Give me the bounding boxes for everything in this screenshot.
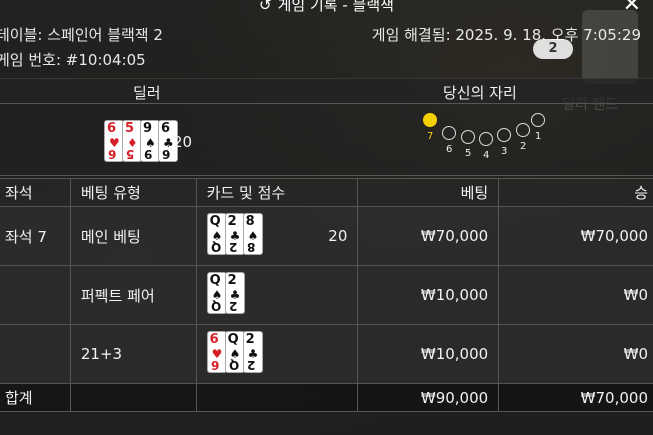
row-cards: 6 ♥ 6 Q ♠ Q 2 ♣ 2 (195, 324, 359, 384)
row-bet: ₩10,000 (357, 324, 500, 384)
title-text: 게임 기록 - 블랙잭 (277, 0, 394, 14)
table-name: 테이블: 스페인어 블랙잭 2 (0, 26, 163, 44)
seat-3-dot (497, 128, 511, 142)
table-row: 퍼펙트 페어 Q ♠ Q 2 ♣ 2 ₩10,000 ₩0 (0, 265, 653, 325)
total-row: 합계 ₩90,000 ₩70,000 (0, 383, 653, 412)
seat-map: 7 6 543 21 (420, 110, 550, 166)
your-seat-label: 당신의 자리 (443, 84, 517, 102)
total-win: ₩70,000 (498, 383, 653, 412)
playing-card: 2 ♣ 2 (224, 272, 245, 314)
row-cards: Q ♠ Q 2 ♣ 2 (195, 265, 359, 325)
seat-1-dot (531, 113, 545, 127)
playing-card: 8 ♠ 8 (242, 213, 263, 255)
table-row: 21+3 6 ♥ 6 Q ♠ Q 2 ♣ 2 ₩10,000 ₩0 (0, 324, 653, 384)
row-win: ₩0 (498, 324, 653, 384)
total-empty-cards (195, 383, 359, 412)
seat-4-number: 4 (483, 150, 490, 161)
ghost-card-icon (582, 10, 638, 84)
row-cards: Q ♠ Q 2 ♣ 2 8 ♠ 8 20 (195, 206, 359, 266)
seat-2-number: 2 (520, 141, 527, 152)
header-seat: 좌석 (0, 178, 71, 207)
header-bet: 베팅 (357, 178, 500, 207)
total-bet: ₩90,000 (357, 383, 500, 412)
seat-7-number: 7 (427, 131, 434, 142)
history-icon: ↺ (259, 0, 272, 14)
row-win: ₩0 (498, 265, 653, 325)
dealer-header (0, 78, 653, 104)
row-bet-type: 퍼펙트 페어 (69, 265, 197, 325)
row-seat: 좌석 7 (0, 206, 71, 266)
playing-card: 2 ♣ 2 (242, 331, 263, 373)
seat-5-dot (461, 130, 475, 144)
row-bet-type: 메인 베팅 (69, 206, 197, 266)
table-header-row: 좌석 베팅 유형 카드 및 점수 베팅 승 (0, 178, 653, 207)
bets-table: 좌석 베팅 유형 카드 및 점수 베팅 승 좌석 7 메인 베팅 Q ♠ Q 2 ♣ 2 8 ♠ 8… (0, 178, 653, 412)
seat-6-number: 6 (446, 144, 453, 155)
seat-1-number: 1 (535, 131, 542, 142)
playing-card: 6 ♥ 6 (104, 120, 124, 162)
playing-card: Q ♠ Q (224, 331, 245, 373)
row-bet-type: 21+3 (69, 324, 197, 384)
game-number: 게임 번호: #10:04:05 (0, 51, 146, 69)
total-label: 합계 (0, 383, 71, 412)
row-hand: Q ♠ Q 2 ♣ 2 (206, 272, 245, 314)
window-title: ↺ 게임 기록 - 블랙잭 (0, 0, 653, 15)
header-win: 승 (498, 178, 653, 207)
seat-2-dot (516, 123, 530, 137)
total-empty-type (69, 383, 197, 412)
playing-card: 9 ♠ 9 (140, 120, 160, 162)
row-bet: ₩10,000 (357, 265, 500, 325)
row-bet: ₩70,000 (357, 206, 500, 266)
seat-3-number: 3 (501, 146, 508, 157)
playing-card: 2 ♣ 2 (224, 213, 245, 255)
row-hand: 6 ♥ 6 Q ♠ Q 2 ♣ 2 (206, 331, 263, 373)
row-win: ₩70,000 (498, 206, 653, 266)
header-cards: 카드 및 점수 (195, 178, 359, 207)
playing-card: 6 ♥ 6 (206, 331, 227, 373)
dealer-label: 딜러 (133, 84, 161, 102)
count-badge: 2 (533, 39, 573, 59)
seat-5-number: 5 (465, 148, 472, 159)
row-score: 20 (328, 227, 348, 245)
seat-4-dot (479, 132, 493, 146)
header-type: 베팅 유형 (69, 178, 197, 207)
table-row: 좌석 7 메인 베팅 Q ♠ Q 2 ♣ 2 8 ♠ 8 20 ₩70,000 ₩70,000 (0, 206, 653, 266)
seat-6-dot (442, 126, 456, 140)
row-hand: Q ♠ Q 2 ♣ 2 8 ♠ 8 (206, 213, 263, 255)
playing-card: Q ♠ Q (206, 272, 227, 314)
dealer-hand: 6 ♥ 6 5 ♦ 5 9 ♠ 9 6 ♣ 6 (104, 120, 178, 162)
seat-7-dot (423, 113, 437, 127)
row-seat (0, 265, 71, 325)
playing-card: 5 ♦ 5 (122, 120, 142, 162)
playing-card: Q ♠ Q (206, 213, 227, 255)
dealer-score: 20 (173, 133, 193, 151)
row-seat (0, 324, 71, 384)
